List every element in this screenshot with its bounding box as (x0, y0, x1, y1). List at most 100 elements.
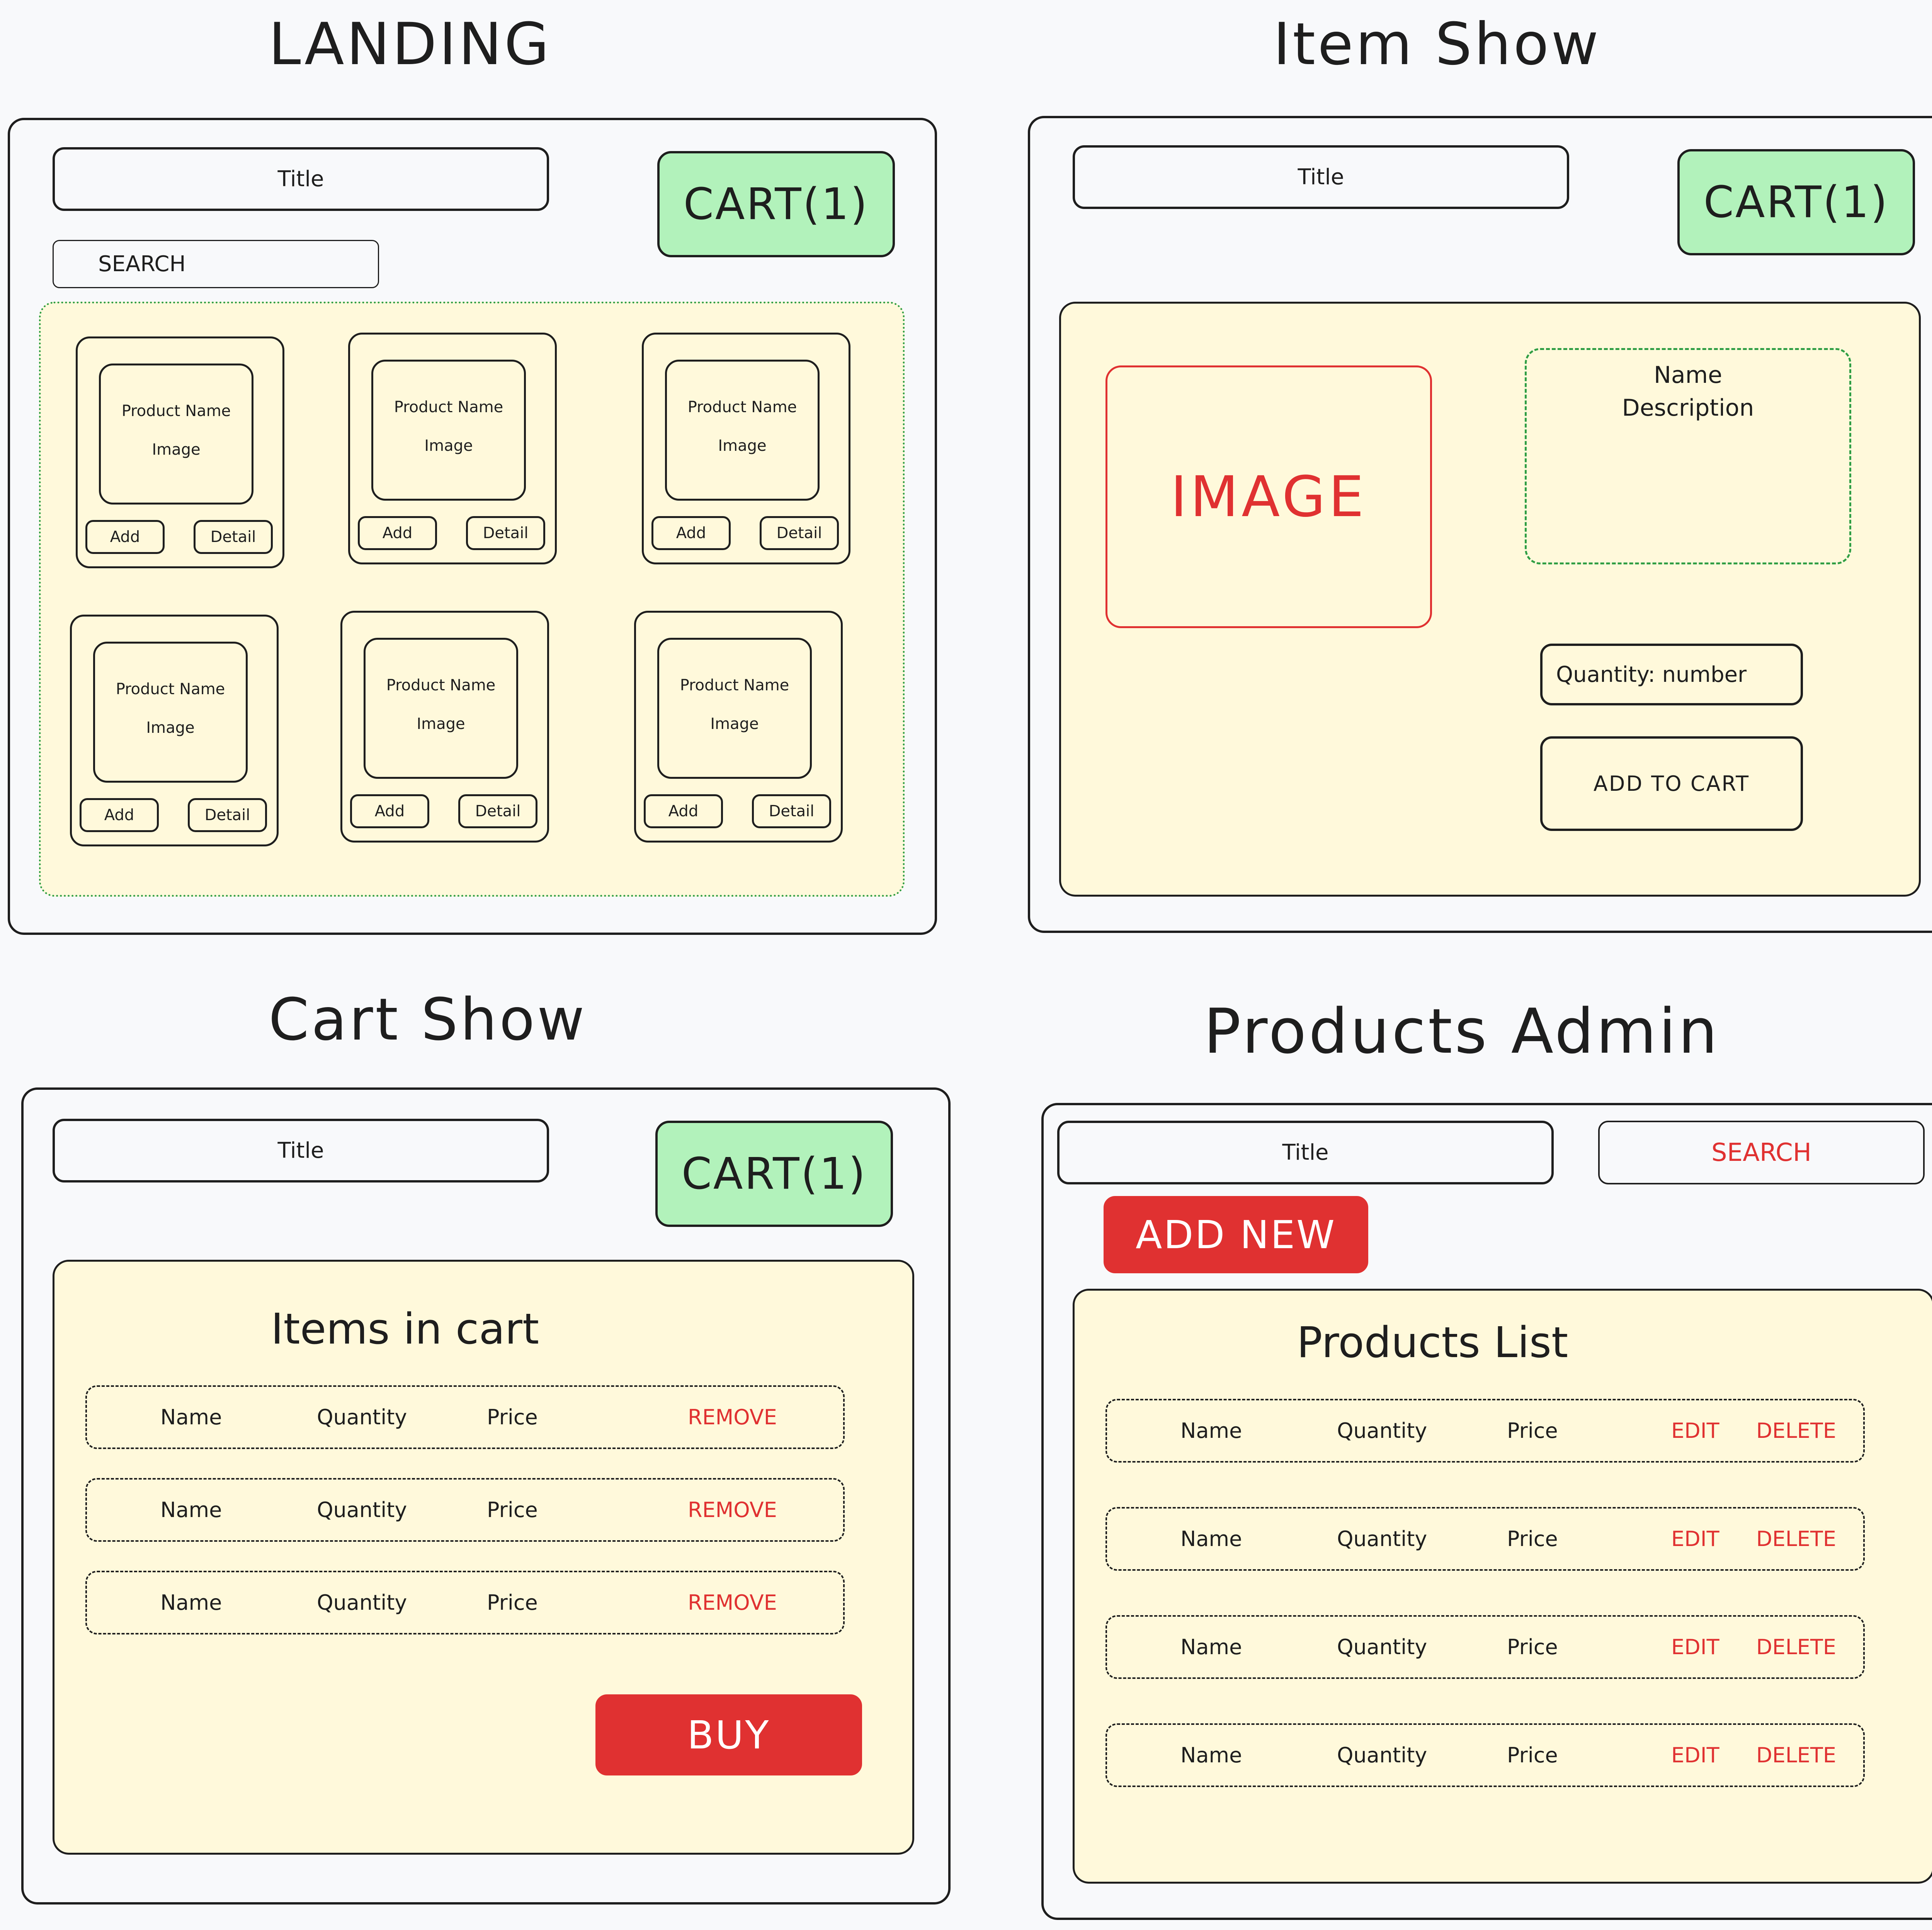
item-description: Description (1622, 394, 1754, 421)
product-card-image-area: Product Name Image (665, 360, 820, 501)
item-show-frame: Title CART(1) IMAGE Name Description Qua… (1028, 116, 1932, 933)
landing-cart-label: CART(1) (683, 179, 869, 229)
edit-button[interactable]: EDIT (1671, 1509, 1719, 1569)
cart-item-price: Price (487, 1590, 538, 1615)
landing-title-bar: Title (53, 147, 549, 211)
product-name: Product Name (687, 398, 797, 416)
product-name: Product Name (116, 680, 225, 698)
admin-title-bar: Title (1057, 1121, 1554, 1184)
products-list-title: Products List (1297, 1318, 1568, 1367)
product-card: Product Name Image Add Detail (348, 333, 557, 564)
product-add-button[interactable]: Add (644, 794, 723, 828)
product-add-button[interactable]: Add (651, 516, 731, 550)
product-image-label: Image (152, 441, 201, 459)
product-admin-row: Name Quantity Price EDIT DELETE (1105, 1507, 1865, 1571)
product-card-image-area: Product Name Image (657, 638, 812, 779)
product-detail-button[interactable]: Detail (466, 516, 545, 550)
quantity-input[interactable]: Quantity: number (1540, 644, 1803, 705)
product-admin-quantity: Quantity (1337, 1527, 1427, 1551)
admin-search-placeholder: SEARCH (1711, 1138, 1811, 1167)
product-add-button[interactable]: Add (85, 520, 165, 554)
cart-item-name: Name (160, 1405, 222, 1429)
product-add-button[interactable]: Add (350, 794, 429, 828)
product-admin-name: Name (1180, 1419, 1242, 1443)
product-name: Product Name (680, 676, 789, 694)
product-admin-row: Name Quantity Price EDIT DELETE (1105, 1615, 1865, 1679)
item-show-title-text: Title (1298, 165, 1344, 190)
admin-search-input[interactable]: SEARCH (1598, 1121, 1925, 1184)
remove-button[interactable]: REMOVE (688, 1480, 777, 1540)
product-image-label: Image (710, 715, 759, 733)
cart-item-quantity: Quantity (317, 1590, 407, 1615)
product-detail-button[interactable]: Detail (458, 794, 537, 828)
cart-item-row: Name Quantity Price REMOVE (85, 1478, 845, 1542)
product-card-image-area: Product Name Image (93, 642, 248, 783)
product-add-button[interactable]: Add (80, 798, 159, 832)
buy-button[interactable]: BUY (595, 1694, 862, 1775)
cart-list-title: Items in cart (271, 1304, 539, 1354)
product-detail-button[interactable]: Detail (752, 794, 831, 828)
edit-button[interactable]: EDIT (1671, 1617, 1719, 1677)
add-to-cart-button[interactable]: ADD TO CART (1540, 736, 1803, 831)
product-card-image-area: Product Name Image (99, 364, 253, 505)
item-image-placeholder: IMAGE (1105, 365, 1432, 628)
product-name: Product Name (394, 398, 503, 416)
product-image-label: Image (718, 437, 767, 455)
landing-cart-button[interactable]: CART(1) (657, 151, 895, 257)
remove-button[interactable]: REMOVE (688, 1387, 777, 1448)
product-card: Product Name Image Add Detail (70, 615, 279, 846)
item-show-title-bar: Title (1073, 145, 1569, 209)
delete-button[interactable]: DELETE (1756, 1725, 1836, 1786)
landing-product-grid: Product Name Image Add Detail Product Na… (39, 302, 905, 897)
product-name: Product Name (386, 676, 496, 694)
product-image-label: Image (146, 719, 195, 737)
landing-frame: Title CART(1) SEARCH Product Name Image … (8, 118, 937, 935)
delete-button[interactable]: DELETE (1756, 1509, 1836, 1569)
product-admin-price: Price (1507, 1635, 1558, 1659)
cart-show-panel: Items in cart Name Quantity Price REMOVE… (53, 1260, 914, 1855)
cart-show-title-bar: Title (53, 1119, 549, 1182)
product-name: Product Name (121, 402, 231, 420)
cart-show-cart-label: CART(1) (681, 1148, 867, 1199)
products-admin-frame: Title SEARCH ADD NEW Products List Name … (1041, 1103, 1932, 1920)
product-admin-price: Price (1507, 1527, 1558, 1551)
product-admin-quantity: Quantity (1337, 1743, 1427, 1767)
products-admin-heading: Products Admin (1204, 995, 1720, 1067)
admin-products-panel: Products List Name Quantity Price EDIT D… (1073, 1289, 1932, 1884)
item-show-heading: Item Show (1273, 11, 1601, 78)
product-image-label: Image (417, 715, 465, 733)
product-card: Product Name Image Add Detail (642, 333, 850, 564)
product-card-image-area: Product Name Image (364, 638, 518, 779)
cart-item-quantity: Quantity (317, 1405, 407, 1429)
cart-show-title-text: Title (277, 1138, 324, 1163)
cart-item-name: Name (160, 1498, 222, 1522)
landing-search-placeholder: SEARCH (98, 251, 186, 277)
cart-item-name: Name (160, 1590, 222, 1615)
landing-heading: LANDING (269, 11, 552, 78)
delete-button[interactable]: DELETE (1756, 1400, 1836, 1461)
product-card: Product Name Image Add Detail (634, 611, 843, 843)
product-add-button[interactable]: Add (358, 516, 437, 550)
edit-button[interactable]: EDIT (1671, 1400, 1719, 1461)
buy-button-label: BUY (687, 1712, 770, 1758)
product-admin-name: Name (1180, 1527, 1242, 1551)
cart-item-price: Price (487, 1498, 538, 1522)
delete-button[interactable]: DELETE (1756, 1617, 1836, 1677)
cart-show-cart-button[interactable]: CART(1) (655, 1121, 893, 1227)
product-detail-button[interactable]: Detail (194, 520, 273, 554)
item-show-panel: IMAGE Name Description Quantity: number … (1059, 302, 1921, 897)
add-to-cart-label: ADD TO CART (1593, 771, 1750, 796)
item-show-cart-button[interactable]: CART(1) (1677, 149, 1915, 255)
product-admin-name: Name (1180, 1635, 1242, 1659)
product-admin-name: Name (1180, 1743, 1242, 1767)
cart-item-price: Price (487, 1405, 538, 1429)
add-new-button[interactable]: ADD NEW (1104, 1196, 1368, 1273)
cart-item-quantity: Quantity (317, 1498, 407, 1522)
product-card: Product Name Image Add Detail (76, 336, 284, 568)
product-detail-button[interactable]: Detail (188, 798, 267, 832)
product-card: Product Name Image Add Detail (340, 611, 549, 843)
remove-button[interactable]: REMOVE (688, 1572, 777, 1633)
landing-search-input[interactable]: SEARCH (53, 240, 379, 288)
product-detail-button[interactable]: Detail (760, 516, 839, 550)
edit-button[interactable]: EDIT (1671, 1725, 1719, 1786)
